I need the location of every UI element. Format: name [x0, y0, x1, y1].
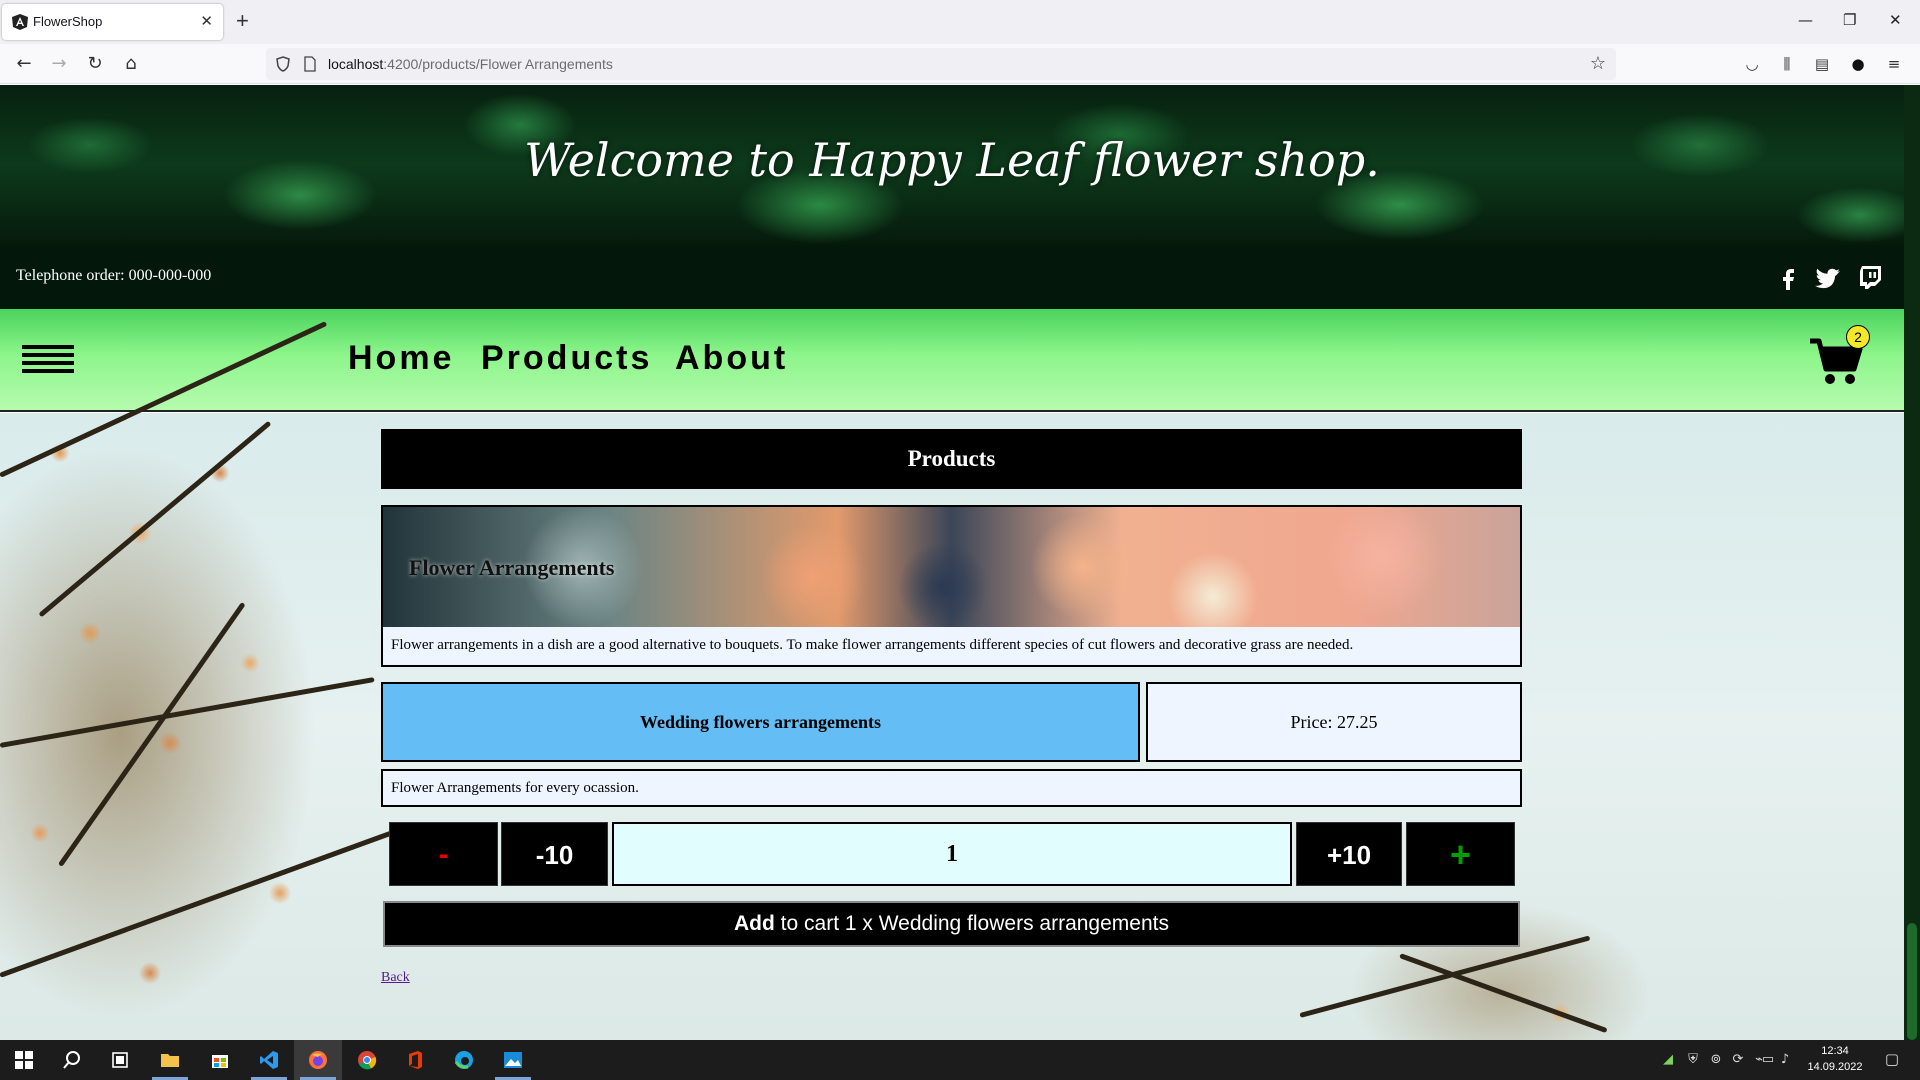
hero-banner: Welcome to Happy Leaf flower shop.: [0, 85, 1904, 245]
scrollbar-thumb[interactable]: [1907, 923, 1917, 1040]
nav-home[interactable]: Home: [348, 339, 454, 378]
store-icon: [212, 1055, 228, 1068]
taskbar-store[interactable]: [196, 1040, 244, 1080]
increment-10-button[interactable]: +10: [1296, 822, 1402, 886]
category-title: Flower Arrangements: [409, 555, 615, 580]
tab-close-icon[interactable]: ✕: [200, 12, 213, 30]
add-label: Add: [734, 912, 775, 935]
clock-date: 14.09.2022: [1807, 1061, 1863, 1073]
taskbar-vscode[interactable]: [245, 1040, 293, 1080]
reload-icon[interactable]: ↻: [81, 50, 109, 78]
sync-tray-icon[interactable]: ⟳: [1730, 1052, 1746, 1068]
telephone-text: Telephone order: 000-000-000: [16, 267, 212, 284]
tab-title: FlowerShop: [33, 14, 103, 29]
home-icon[interactable]: ⌂: [117, 50, 145, 78]
close-window-button[interactable]: ✕: [1889, 11, 1902, 29]
office-icon: [409, 1051, 422, 1069]
browser-tab-strip: FlowerShop ✕ + — ❐ ✕: [0, 0, 1920, 44]
pocket-icon[interactable]: ◡: [1742, 54, 1762, 74]
forward-arrow-icon[interactable]: →: [45, 50, 73, 78]
twitch-icon[interactable]: [1857, 263, 1885, 291]
bookmark-star-icon[interactable]: ☆: [1590, 48, 1606, 80]
taskbar-photos[interactable]: [489, 1040, 537, 1080]
network-tray-icon[interactable]: ▭: [1760, 1052, 1776, 1068]
product-price: Price: 27.25: [1146, 682, 1522, 762]
product-name: Wedding flowers arrangements: [381, 682, 1140, 762]
taskbar-office[interactable]: [391, 1040, 439, 1080]
category-description: Flower arrangements in a dish are a good…: [391, 637, 1354, 653]
menu-icon[interactable]: ≡: [1884, 54, 1904, 74]
facebook-icon[interactable]: [1775, 263, 1803, 291]
nvidia-tray-icon[interactable]: ◢: [1660, 1052, 1676, 1068]
notifications-icon[interactable]: ▢: [1884, 1051, 1900, 1067]
vpn-tray-icon[interactable]: ⊚: [1708, 1052, 1724, 1068]
clock[interactable]: 12:34 14.09.2022: [1790, 1043, 1880, 1075]
photos-icon: [504, 1052, 522, 1068]
info-bar: Telephone order: 000-000-000: [0, 245, 1904, 309]
search-button[interactable]: [48, 1040, 96, 1080]
taskbar-file-explorer[interactable]: [146, 1040, 194, 1080]
hamburger-menu-icon[interactable]: [22, 345, 74, 375]
hero-title: Welcome to Happy Leaf flower shop.: [524, 133, 1380, 187]
url-host: localhost: [328, 56, 384, 72]
firefox-icon: [309, 1051, 327, 1069]
folder-icon: [161, 1054, 179, 1067]
main-navigation: Home Products About 2: [0, 309, 1904, 412]
angular-favicon-icon: [12, 14, 28, 30]
decrement-10-button[interactable]: -10: [501, 822, 608, 886]
chrome-icon: [358, 1051, 377, 1070]
taskbar-edge[interactable]: [440, 1040, 488, 1080]
task-view-icon: [112, 1052, 128, 1068]
add-to-cart-button[interactable]: Add to cart 1 x Wedding flowers arrangem…: [383, 901, 1520, 947]
product-description: Flower Arrangements for every ocassion.: [381, 769, 1522, 807]
browser-toolbar: ← → ↻ ⌂ localhost:4200/products/Flower A…: [0, 44, 1920, 84]
url-path: :4200/products/Flower Arrangements: [383, 56, 613, 72]
search-icon: [63, 1051, 80, 1069]
windows-taskbar: ◢ ⛨ ⊚ ⟳ ⌁ ▭ ♪ 12:34 14.09.2022 ▢: [0, 1040, 1920, 1080]
page-content: Welcome to Happy Leaf flower shop. Telep…: [0, 85, 1904, 1040]
nav-products[interactable]: Products: [481, 339, 652, 378]
start-button[interactable]: [0, 1040, 48, 1080]
taskbar-firefox[interactable]: [294, 1040, 342, 1080]
url-text: localhost:4200/products/Flower Arrangeme…: [328, 48, 613, 80]
nav-about[interactable]: About: [675, 339, 788, 378]
twitter-icon[interactable]: [1815, 263, 1843, 291]
add-rest-label: to cart 1 x Wedding flowers arrangements: [774, 912, 1169, 935]
sidebar-icon[interactable]: ▤: [1812, 54, 1832, 74]
vscode-icon: [260, 1051, 278, 1069]
clock-time: 12:34: [1821, 1045, 1849, 1057]
back-arrow-icon[interactable]: ←: [10, 50, 38, 78]
restore-button[interactable]: ❐: [1843, 11, 1856, 29]
browser-tab[interactable]: FlowerShop ✕: [2, 4, 223, 40]
minimize-button[interactable]: —: [1798, 11, 1813, 29]
decrement-button[interactable]: -: [389, 822, 498, 886]
new-tab-button[interactable]: +: [236, 8, 249, 34]
cart-count-badge: 2: [1846, 325, 1870, 349]
increment-button[interactable]: +: [1406, 822, 1515, 886]
quantity-input[interactable]: 1: [612, 822, 1292, 886]
library-icon[interactable]: ⫼: [1777, 54, 1797, 74]
shield-icon: [276, 56, 290, 72]
windows-logo-icon: [15, 1051, 33, 1069]
page-icon: [304, 56, 316, 72]
edge-icon: [454, 1051, 473, 1069]
products-heading: Products: [381, 429, 1522, 489]
taskbar-chrome[interactable]: [343, 1040, 391, 1080]
back-link[interactable]: Back: [381, 970, 410, 986]
task-view-button[interactable]: [96, 1040, 144, 1080]
url-bar[interactable]: localhost:4200/products/Flower Arrangeme…: [266, 48, 1616, 80]
page-scrollbar[interactable]: [1904, 85, 1920, 1040]
account-icon[interactable]: ●: [1848, 54, 1868, 74]
page-viewport: Welcome to Happy Leaf flower shop. Telep…: [0, 85, 1920, 1040]
category-card: Flower Arrangements Flower arrangements …: [381, 505, 1522, 667]
security-tray-icon[interactable]: ⛨: [1685, 1052, 1701, 1068]
